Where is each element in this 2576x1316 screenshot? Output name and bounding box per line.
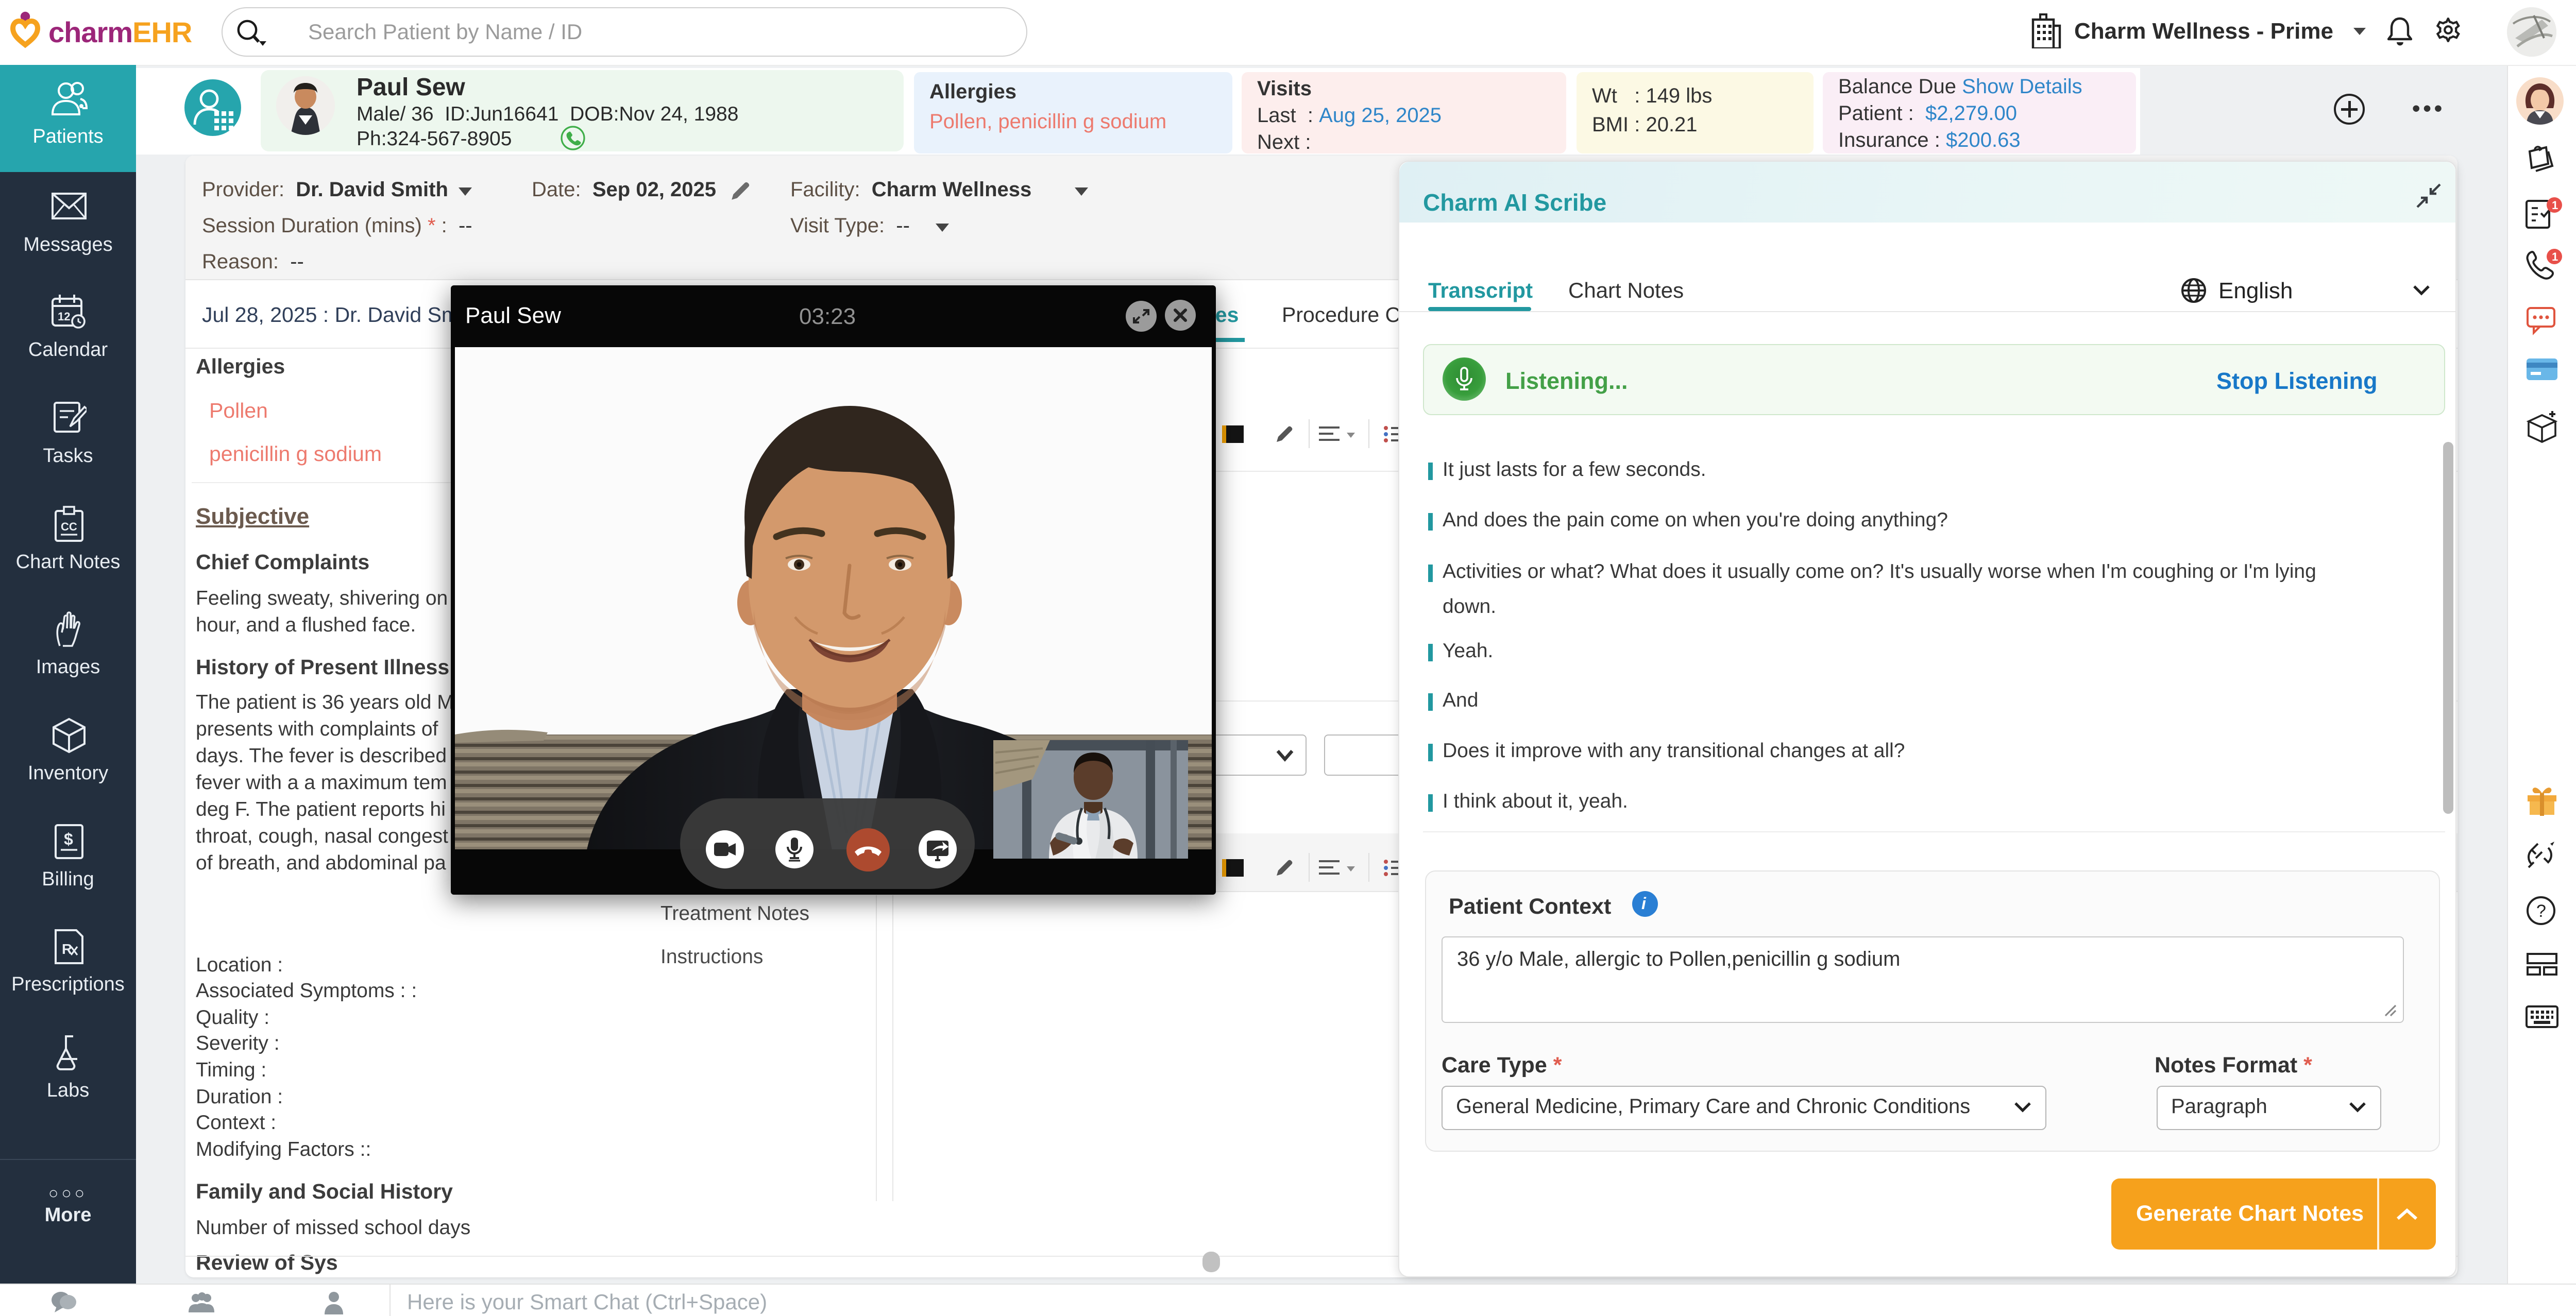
svg-text:1: 1 — [2552, 199, 2558, 212]
svg-text:12: 12 — [58, 310, 70, 323]
svg-text:1: 1 — [2552, 250, 2558, 263]
svg-text:$: $ — [64, 830, 73, 848]
svg-text:CC: CC — [61, 520, 77, 533]
svg-text:?: ? — [2536, 901, 2546, 921]
